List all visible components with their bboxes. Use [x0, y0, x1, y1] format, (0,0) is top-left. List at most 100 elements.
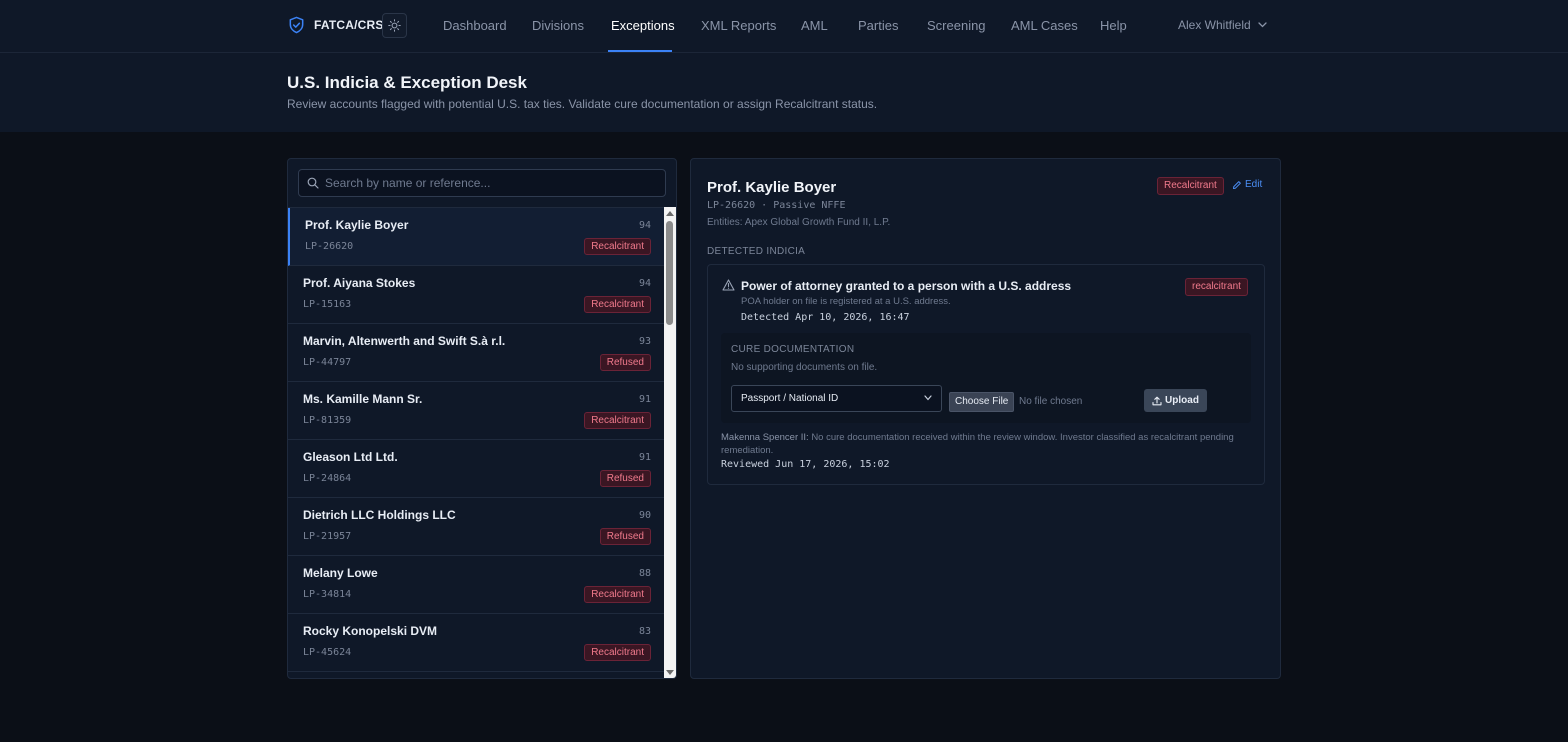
pencil-icon	[1233, 180, 1241, 189]
page-subtitle: Review accounts flagged with potential U…	[287, 97, 878, 111]
status-badge: Recalcitrant	[584, 586, 651, 603]
nav-parties[interactable]: Parties	[858, 18, 898, 33]
chevron-down-icon	[924, 395, 932, 401]
risk-score: 94	[638, 220, 651, 231]
nav-dashboard[interactable]: Dashboard	[443, 18, 507, 33]
party-ref: LP-15163	[303, 299, 352, 310]
risk-score: 91	[638, 452, 651, 463]
user-name: Alex Whitfield	[1178, 18, 1251, 32]
reviewed-at: Reviewed Jun 17, 2026, 15:02	[721, 459, 890, 470]
party-ref: LP-34814	[303, 589, 352, 600]
exception-list: Prof. Kaylie Boyer 94 LP-26620 Recalcitr…	[288, 207, 664, 678]
section-label: DETECTED INDICIA	[707, 246, 806, 257]
party-ref: LP-24864	[303, 473, 352, 484]
chevron-down-icon	[1258, 22, 1267, 28]
list-item[interactable]: Marvin, Altenwerth and Swift S.à r.l. 93…	[288, 324, 664, 382]
file-status: No file chosen	[1019, 396, 1083, 407]
page-header: U.S. Indicia & Exception Desk Review acc…	[0, 53, 1568, 132]
upload-label: Upload	[1165, 395, 1199, 406]
list-scrollbar[interactable]	[664, 207, 676, 678]
nav-aml[interactable]: AML	[801, 18, 828, 33]
shield-check-icon	[289, 16, 304, 34]
detail-panel: Prof. Kaylie Boyer LP-26620 · Passive NF…	[690, 158, 1281, 679]
list-item[interactable]: Melany Lowe 88 LP-34814 Recalcitrant	[288, 556, 664, 614]
list-item[interactable]: Prof. Kaylie Boyer 94 LP-26620 Recalcitr…	[288, 208, 664, 266]
nav-help[interactable]: Help	[1100, 18, 1127, 33]
detail-ref: LP-26620 · Passive NFFE	[707, 200, 846, 211]
edit-button[interactable]: Edit	[1232, 179, 1262, 190]
indicia-detected-time: Detected Apr 10, 2026, 16:47	[741, 312, 910, 323]
party-name: Rocky Konopelski DVM	[303, 624, 438, 638]
status-badge: Recalcitrant	[584, 238, 651, 255]
party-ref: LP-44797	[303, 357, 352, 368]
indicia-badge: recalcitrant	[1185, 278, 1248, 296]
search-box	[298, 169, 666, 197]
cure-empty-state: No supporting documents on file.	[731, 362, 878, 373]
cure-documentation-box: CURE DOCUMENTATION No supporting documen…	[721, 333, 1251, 423]
nav-exceptions[interactable]: Exceptions	[611, 18, 675, 33]
party-name: Marvin, Altenwerth and Swift S.à r.l.	[303, 334, 506, 348]
risk-score: 94	[638, 278, 651, 289]
reviewer-name: Makenna Spencer II:	[721, 432, 809, 443]
exception-list-panel: Prof. Kaylie Boyer 94 LP-26620 Recalcitr…	[287, 158, 677, 679]
list-item[interactable]: Gleason Ltd Ltd. 91 LP-24864 Refused	[288, 440, 664, 498]
scroll-thumb[interactable]	[666, 221, 673, 325]
indicia-title: Power of attorney granted to a person wi…	[741, 279, 1072, 293]
risk-score: 90	[638, 510, 651, 521]
nav-aml-cases[interactable]: AML Cases	[1011, 18, 1078, 33]
list-item[interactable]: Rocky Konopelski DVM 83 LP-45624 Recalci…	[288, 614, 664, 672]
document-type-value: Passport / National ID	[741, 393, 839, 404]
status-badge: Refused	[599, 470, 651, 487]
cure-title: CURE DOCUMENTATION	[731, 344, 855, 355]
list-item[interactable]: Dietrich LLC Holdings LLC 90 LP-21957 Re…	[288, 498, 664, 556]
list-item[interactable]: Ms. Kamille Mann Sr. 91 LP-81359 Recalci…	[288, 382, 664, 440]
party-name: Gleason Ltd Ltd.	[303, 450, 398, 464]
theme-toggle-button[interactable]	[382, 13, 407, 38]
sun-icon	[388, 19, 401, 32]
choose-file-button[interactable]: Choose File	[949, 392, 1015, 412]
review-note: Makenna Spencer II: No cure documentatio…	[721, 431, 1241, 457]
upload-button[interactable]: Upload	[1144, 389, 1207, 412]
party-ref: LP-26620	[305, 241, 354, 252]
status-badge: Recalcitrant	[584, 296, 651, 313]
detail-entities: Entities: Apex Global Growth Fund II, L.…	[707, 217, 891, 228]
status-badge: Recalcitrant	[584, 412, 651, 429]
nav-divisions[interactable]: Divisions	[532, 18, 584, 33]
party-name: Prof. Kaylie Boyer	[305, 218, 409, 232]
status-badge: Refused	[599, 354, 651, 371]
status-badge: Recalcitrant	[584, 644, 651, 661]
page-title: U.S. Indicia & Exception Desk	[287, 73, 527, 92]
search-icon	[307, 177, 319, 189]
edit-label: Edit	[1245, 179, 1263, 190]
risk-score: 91	[638, 394, 651, 405]
status-badge: Refused	[599, 528, 651, 545]
brand-name: FATCA/CRS	[314, 18, 384, 32]
brand[interactable]: FATCA/CRS	[287, 15, 384, 35]
nav-xml-reports[interactable]: XML Reports	[701, 18, 776, 33]
status-badge: Recalcitrant	[1157, 177, 1224, 195]
party-name: Prof. Aiyana Stokes	[303, 276, 416, 290]
risk-score: 93	[638, 336, 651, 347]
warning-icon	[722, 279, 735, 291]
search-input[interactable]	[325, 176, 645, 190]
top-nav: FATCA/CRS Dashboard Divisions Exceptions…	[0, 0, 1568, 53]
document-type-select[interactable]: Passport / National ID	[731, 385, 942, 412]
scroll-down-arrow-icon[interactable]	[666, 670, 674, 675]
indicia-description: POA holder on file is registered at a U.…	[741, 296, 951, 307]
user-menu[interactable]: Alex Whitfield	[1178, 18, 1267, 32]
nav-screening[interactable]: Screening	[927, 18, 986, 33]
party-ref: LP-21957	[303, 531, 352, 542]
risk-score: 88	[638, 568, 651, 579]
party-name: Melany Lowe	[303, 566, 378, 580]
party-name: Dietrich LLC Holdings LLC	[303, 508, 456, 522]
indicia-card: Power of attorney granted to a person wi…	[707, 264, 1265, 485]
list-item[interactable]: Prof. Aiyana Stokes 94 LP-15163 Recalcit…	[288, 266, 664, 324]
upload-icon	[1152, 396, 1162, 405]
party-ref: LP-45624	[303, 647, 352, 658]
risk-score: 83	[638, 626, 651, 637]
scroll-up-arrow-icon[interactable]	[666, 211, 674, 216]
party-name: Ms. Kamille Mann Sr.	[303, 392, 423, 406]
active-tab-indicator	[608, 50, 672, 52]
detail-name: Prof. Kaylie Boyer	[707, 179, 837, 196]
party-ref: LP-81359	[303, 415, 352, 426]
